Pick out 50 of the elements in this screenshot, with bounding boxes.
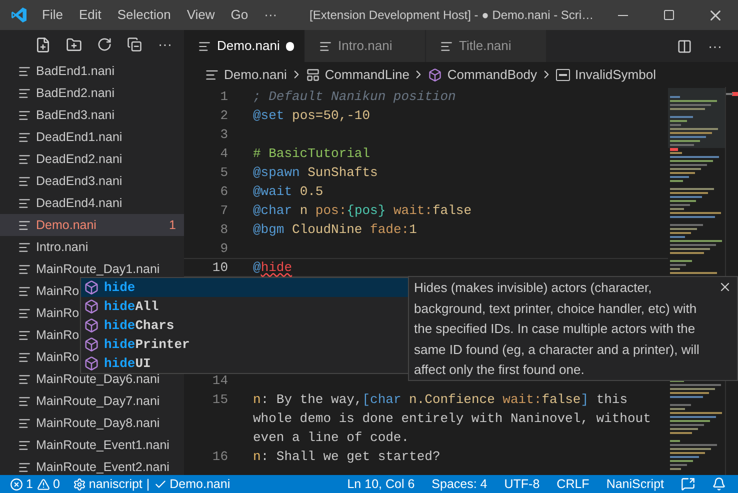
window-title: [Extension Development Host] - ● Demo.nani - Scri… xyxy=(308,7,594,24)
code-line: @bgm CloudNine fade:1 xyxy=(253,221,417,239)
file-name: BadEnd3.nani xyxy=(36,106,115,124)
line-number: 3 xyxy=(220,126,228,144)
file-name: MainRo xyxy=(36,326,80,344)
line-number: 15 xyxy=(212,391,228,409)
tab-label: Demo.nani xyxy=(217,37,280,56)
line-number: 6 xyxy=(220,183,228,201)
file-name: DeadEnd2.nani xyxy=(36,150,122,168)
file-name: MainRoute_Event2.nani xyxy=(36,458,170,475)
code-line: @spawn SunShafts xyxy=(253,164,378,182)
code-line: @set pos=50,-10 xyxy=(253,107,370,125)
line-number: 14 xyxy=(212,372,228,390)
code-line: whole demo is done entirely with Naninovel, without xyxy=(253,410,651,428)
problem-count: 1 xyxy=(169,216,176,234)
file-name: MainRoute_Day8.nani xyxy=(36,414,160,432)
line-number: 16 xyxy=(212,448,228,466)
file-name: MainRo xyxy=(36,348,80,366)
code-line: @wait 0.5 xyxy=(253,183,324,201)
code-line: @hide xyxy=(253,259,292,277)
file-name: Intro.nani xyxy=(36,238,88,256)
line-number: 8 xyxy=(220,221,228,239)
file-name: Demo.nani xyxy=(36,216,96,234)
file-name: DeadEnd1.nani xyxy=(36,128,122,146)
code-line: n: Shall we get started? xyxy=(253,448,440,466)
file-name: MainRoute_Day6.nani xyxy=(36,370,160,388)
code-line: # BasicTutorial xyxy=(253,145,370,163)
file-name: DeadEnd3.nani xyxy=(36,172,122,190)
code-line: even a line of code. xyxy=(253,429,410,447)
line-number: 9 xyxy=(220,240,228,258)
code-line: @char n pos:{pos} wait:false xyxy=(253,202,472,220)
file-name: MainRoute_Event1.nani xyxy=(36,436,170,454)
line-number: 5 xyxy=(220,164,228,182)
tab-label: Title.nani xyxy=(459,37,512,56)
line-number: 4 xyxy=(220,145,228,163)
line-number: 1 xyxy=(220,88,228,106)
file-name: DeadEnd4.nani xyxy=(36,194,122,212)
file-name: MainRoute_Day7.nani xyxy=(36,392,160,410)
line-number: 10 xyxy=(212,259,228,277)
command-description: Hides (makes invisible) actors (character, background, text printer, choice handler, etc) with the specified IDs. In case multiple actors with the same ID found (eg, a character and a printer), will affect only the first found one. xyxy=(413,279,700,379)
line-number: 2 xyxy=(220,107,228,125)
file-name: MainRo xyxy=(36,282,80,300)
code-line: n: By the way,[char n.Confience wait:false] this xyxy=(253,391,628,409)
file-name: MainRo xyxy=(36,304,80,322)
tab-label: Intro.nani xyxy=(338,37,392,56)
line-number: 7 xyxy=(220,202,228,220)
file-name: BadEnd2.nani xyxy=(36,84,115,102)
file-name: MainRoute_Day1.nani xyxy=(36,260,160,278)
file-name: BadEnd1.nani xyxy=(36,62,115,80)
code-line: ; Default Nanikun position xyxy=(253,88,456,106)
